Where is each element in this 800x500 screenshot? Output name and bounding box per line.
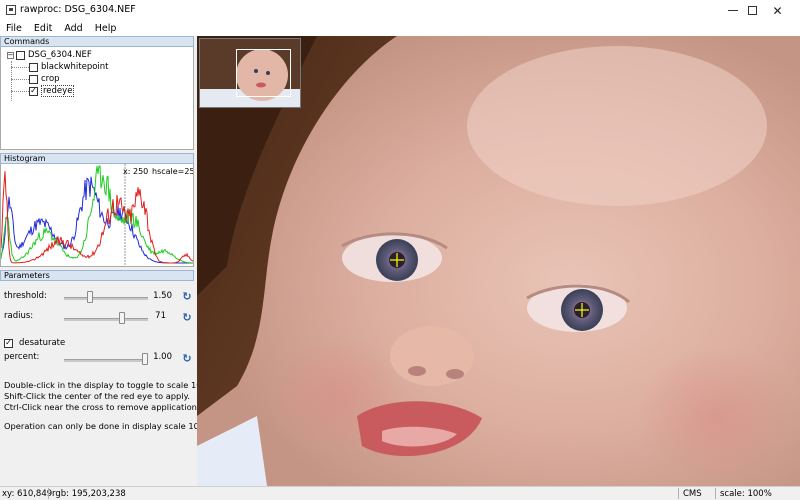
tree-item-crop[interactable]: crop: [29, 73, 60, 85]
parameters-panel: threshold: 1.50 ↻ radius: 71 ↻ ✓ desatur…: [0, 281, 217, 486]
tree-expander-icon[interactable]: −: [7, 51, 14, 59]
percent-value: 1.00: [153, 352, 172, 362]
threshold-value: 1.50: [153, 291, 172, 301]
help-note: Operation can only be done in display sc…: [4, 421, 215, 431]
tree-item-label: blackwhitepoint: [41, 62, 109, 72]
threshold-label: threshold:: [4, 291, 47, 301]
menu-add[interactable]: Add: [58, 23, 88, 34]
status-xy: xy: 610,849: [2, 489, 53, 499]
percent-label: percent:: [4, 352, 40, 362]
radius-slider-thumb[interactable]: [118, 312, 125, 324]
tree-item-blackwhitepoint[interactable]: blackwhitepoint: [29, 61, 109, 73]
parameters-header: Parameters: [0, 270, 194, 281]
threshold-slider-thumb[interactable]: [87, 291, 94, 303]
histogram-hscale-readout: hscale=256: [152, 167, 193, 176]
help-line-3: Ctrl-Click near the cross to remove appl…: [4, 402, 200, 412]
radius-label: radius:: [4, 311, 34, 321]
blackwhitepoint-checkbox[interactable]: [29, 62, 38, 72]
desaturate-label: desaturate: [19, 338, 66, 348]
histogram-green-curve: [1, 165, 193, 264]
close-button[interactable]: ✕: [755, 0, 800, 21]
tree-item-root[interactable]: − DSG_6304.NEF: [7, 49, 92, 61]
app-icon: [6, 5, 16, 15]
percent-reset-icon[interactable]: ↻: [181, 352, 193, 364]
help-line-1: Double-click in the display to toggle to…: [4, 380, 218, 390]
radius-value: 71: [155, 311, 166, 321]
viewport-frame[interactable]: [236, 49, 291, 97]
left-panel: Commands − DSG_6304.NEF blackwhitepoint …: [0, 36, 217, 486]
window-title: rawproc: DSG_6304.NEF: [20, 4, 136, 15]
threshold-slider-track[interactable]: [64, 297, 148, 300]
help-line-2: Shift-Click the center of the red eye to…: [4, 391, 190, 401]
menu-file[interactable]: File: [0, 23, 28, 34]
menu-edit[interactable]: Edit: [28, 23, 58, 34]
menu-bar: File Edit Add Help: [0, 21, 800, 36]
tree-item-label: crop: [41, 74, 60, 84]
commands-tree: − DSG_6304.NEF blackwhitepoint crop ✓ re…: [0, 47, 194, 150]
desaturate-row[interactable]: ✓ desaturate: [4, 338, 65, 348]
percent-slider-track[interactable]: [64, 359, 148, 362]
app-window: rawproc: DSG_6304.NEF ✕ File Edit Add He…: [0, 0, 800, 500]
threshold-reset-icon[interactable]: ↻: [181, 290, 193, 302]
commands-header: Commands: [0, 36, 194, 47]
tree-item-redeye[interactable]: ✓ redeye: [29, 85, 75, 97]
navigator-thumbnail[interactable]: [199, 38, 301, 108]
histogram-plot[interactable]: x: 250 hscale=256: [0, 164, 194, 267]
redeye-checkbox[interactable]: ✓: [29, 86, 38, 96]
menu-help[interactable]: Help: [89, 23, 123, 34]
status-rgb: rgb: 195,203,238: [52, 489, 126, 499]
status-bar: xy: 610,849 rgb: 195,203,238 CMS scale: …: [0, 486, 800, 500]
histogram-header: Histogram: [0, 153, 194, 164]
tree-root-checkbox[interactable]: [16, 50, 25, 60]
crop-checkbox[interactable]: [29, 74, 38, 84]
desaturate-checkbox[interactable]: ✓: [4, 338, 13, 348]
histogram-x-readout: x: 250: [123, 167, 149, 176]
status-cms: CMS: [683, 489, 702, 499]
status-scale: scale: 100%: [720, 489, 772, 499]
histogram-svg: [1, 164, 193, 266]
close-icon: ✕: [772, 3, 783, 18]
radius-slider-track[interactable]: [64, 318, 148, 321]
tree-root-label: DSG_6304.NEF: [28, 50, 92, 60]
image-display[interactable]: [197, 36, 800, 486]
radius-reset-icon[interactable]: ↻: [181, 311, 193, 323]
tree-item-label: redeye: [41, 85, 75, 97]
title-bar: rawproc: DSG_6304.NEF ✕: [0, 0, 800, 22]
